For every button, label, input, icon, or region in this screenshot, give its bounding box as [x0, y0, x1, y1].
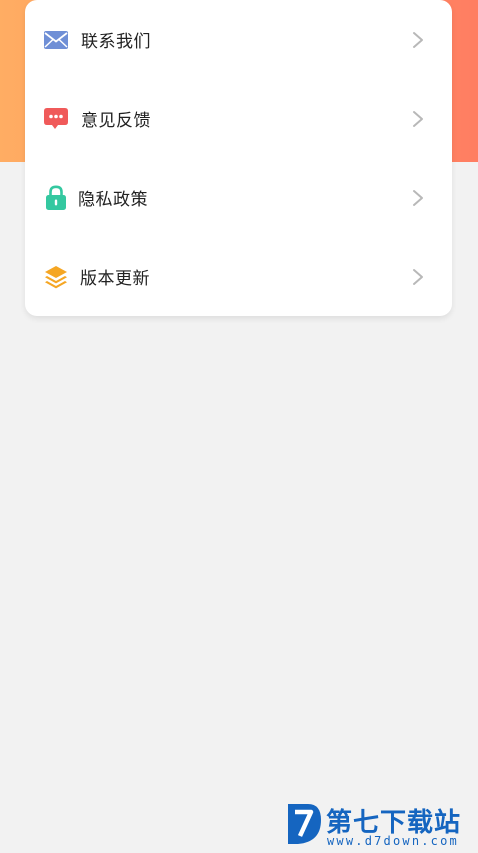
feedback-icon	[43, 106, 69, 132]
menu-item-label: 隐私政策	[78, 190, 148, 209]
layers-icon	[43, 264, 69, 290]
chevron-right-icon	[411, 110, 425, 128]
menu-item-label: 意见反馈	[81, 111, 151, 130]
chevron-right-icon	[411, 189, 425, 207]
chevron-right-icon	[411, 268, 425, 286]
menu-item-label: 版本更新	[80, 269, 150, 288]
chevron-right-icon	[411, 31, 425, 49]
watermark-url: www.d7down.com	[327, 834, 459, 848]
settings-menu-card: 联系我们 意见反馈 隐私政策 版本更新	[25, 0, 452, 316]
menu-item-privacy-policy[interactable]: 隐私政策	[25, 158, 452, 237]
menu-item-label: 联系我们	[81, 32, 151, 51]
mail-icon	[43, 27, 69, 53]
menu-item-feedback[interactable]: 意见反馈	[25, 79, 452, 158]
menu-item-version-update[interactable]: 版本更新	[25, 237, 452, 316]
menu-item-contact-us[interactable]: 联系我们	[25, 0, 452, 79]
lock-icon	[43, 184, 69, 211]
watermark: 第七下载站 www.d7down.com	[284, 798, 474, 850]
d7-logo-icon	[284, 800, 324, 848]
